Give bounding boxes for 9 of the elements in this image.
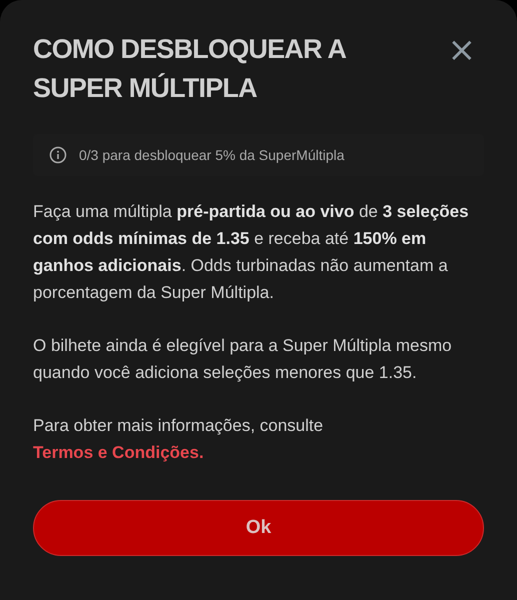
- dialog-title: COMO DESBLOQUEAR A SUPER MÚLTIPLA: [33, 33, 347, 105]
- more-info-text: Para obter mais informações, consulte Termos e Condições.: [33, 415, 324, 464]
- terms-link[interactable]: Termos e Condições.: [33, 443, 204, 462]
- progress-note: 0/3 para desbloquear 5% da SuperMúltipla: [79, 147, 344, 163]
- paragraph: Faça uma múltipla pré-partida ou ao vivo de 3 seleções com odds mínimas de 1.35 e receba até 150% em ganhos adicionais. Odds turbinadas não aumentam a porcentagem da Super Múltipla.: [33, 201, 470, 304]
- close-button[interactable]: ×: [444, 35, 480, 65]
- info-icon: [49, 146, 67, 164]
- paragraph: O bilhete ainda é elegível para a Super Múltipla mesmo quando você adiciona seleções menores que 1.35.: [33, 335, 453, 384]
- ok-button[interactable]: Ok: [33, 500, 484, 556]
